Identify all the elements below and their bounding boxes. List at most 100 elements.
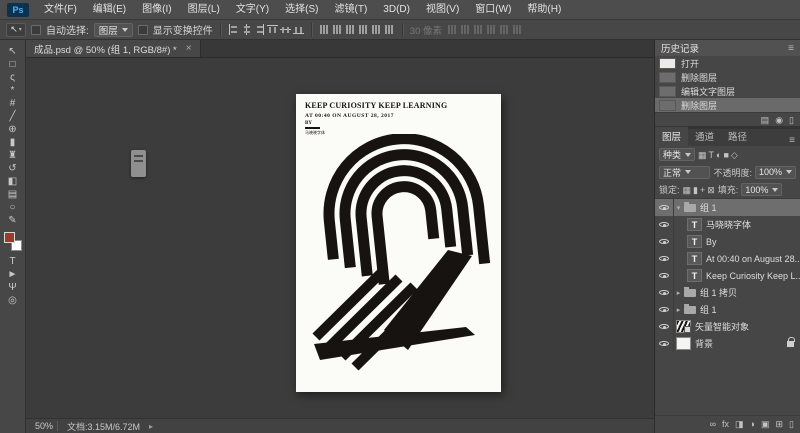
distribute-bottom-icon[interactable]	[345, 24, 356, 35]
delete-layer-icon[interactable]: ▯	[789, 419, 794, 429]
auto-align-icon[interactable]	[460, 24, 471, 35]
move-tool[interactable]: ↖	[3, 45, 23, 58]
layer-row[interactable]: At 00:40 on August 28...	[655, 250, 800, 267]
distribute-vcenter-icon[interactable]	[332, 24, 343, 35]
menu-item[interactable]: 窗口(W)	[467, 0, 519, 19]
expand-arrow-icon[interactable]	[674, 204, 683, 212]
visibility-toggle[interactable]	[655, 267, 674, 284]
adjustment-layer-icon[interactable]: ◑	[750, 419, 755, 429]
document-tab[interactable]: 成品.psd @ 50% (组 1, RGB/8#) * ×	[26, 40, 201, 57]
menu-item[interactable]: 图层(L)	[180, 0, 228, 19]
lock-pixels-icon[interactable]: ▮	[693, 185, 698, 195]
lock-all-icon[interactable]: ⊠	[707, 185, 715, 195]
lasso-tool[interactable]: ς	[3, 71, 23, 84]
filter-adjustment-layers-icon[interactable]: ◐	[716, 150, 721, 160]
distribute-hcenter-icon[interactable]	[371, 24, 382, 35]
history-brush-tool[interactable]: ↺	[3, 162, 23, 175]
layer-row[interactable]: Keep Curiosity Keep L...	[655, 267, 800, 284]
align-hcenter-icon[interactable]	[241, 24, 252, 35]
panel-menu-icon[interactable]: ≡	[789, 135, 795, 146]
visibility-toggle[interactable]	[655, 199, 674, 216]
filter-pixel-layers-icon[interactable]: ▦	[698, 150, 707, 160]
history-state-row[interactable]: 打开	[655, 56, 800, 70]
layer-effects-icon[interactable]: fx	[722, 419, 729, 429]
add-layer-mask-icon[interactable]: ◨	[735, 419, 744, 429]
new-snapshot-icon[interactable]: ◉	[775, 115, 783, 125]
link-layers-icon[interactable]: ∞	[710, 419, 716, 429]
new-group-icon[interactable]: ▣	[761, 419, 770, 429]
show-transform-checkbox[interactable]	[137, 24, 148, 35]
lock-transparency-icon[interactable]: ▦	[683, 185, 692, 195]
gradient-tool[interactable]: ▤	[3, 188, 23, 201]
menu-item[interactable]: 3D(D)	[375, 0, 418, 19]
visibility-toggle[interactable]	[655, 301, 674, 318]
current-tool-preset-icon[interactable]: ↖	[6, 22, 26, 37]
layer-row[interactable]: 矢量智能对象	[655, 318, 800, 335]
visibility-toggle[interactable]	[655, 318, 674, 335]
menu-item[interactable]: 滤镜(T)	[327, 0, 376, 19]
filter-text-layers-icon[interactable]: T	[709, 150, 715, 160]
menu-item[interactable]: 文件(F)	[36, 0, 85, 19]
filter-shape-layers-icon[interactable]: ■	[723, 150, 728, 160]
close-tab-icon[interactable]: ×	[186, 43, 192, 54]
blur-tool[interactable]: ○	[3, 201, 23, 214]
hand-tool[interactable]: Ψ	[3, 281, 23, 294]
zoom-level-field[interactable]: 50%	[31, 421, 59, 431]
history-state-row[interactable]: 编辑文字图层	[655, 84, 800, 98]
align-top-icon[interactable]	[267, 24, 278, 35]
align-bottom-icon[interactable]	[293, 24, 304, 35]
healing-brush-tool[interactable]: ⊕	[3, 123, 23, 136]
auto-align-icon[interactable]	[512, 24, 523, 35]
brush-tool[interactable]: ▮	[3, 136, 23, 149]
panel-menu-icon[interactable]: ≡	[788, 43, 794, 54]
auto-select-target-dropdown[interactable]: 图层	[93, 22, 133, 37]
magic-wand-tool[interactable]: *	[3, 84, 23, 97]
visibility-toggle[interactable]	[655, 250, 674, 267]
opacity-dropdown[interactable]: 100%	[754, 165, 796, 179]
eraser-tool[interactable]: ◧	[3, 175, 23, 188]
layer-row[interactable]: 组 1	[655, 199, 800, 216]
auto-align-icon[interactable]	[447, 24, 458, 35]
menu-item[interactable]: 选择(S)	[277, 0, 326, 19]
layer-row[interactable]: 组 1 拷贝	[655, 284, 800, 301]
floating-widget[interactable]	[131, 150, 146, 177]
auto-select-checkbox[interactable]	[31, 24, 41, 35]
auto-align-icon[interactable]	[486, 24, 497, 35]
visibility-toggle[interactable]	[655, 335, 674, 352]
clone-stamp-tool[interactable]: ♜	[3, 149, 23, 162]
visibility-toggle[interactable]	[655, 216, 674, 233]
new-document-from-state-icon[interactable]: ▤	[761, 115, 770, 125]
menu-item[interactable]: 视图(V)	[418, 0, 467, 19]
panel-tab[interactable]: 图层	[655, 127, 689, 146]
lock-position-icon[interactable]: +	[700, 185, 705, 195]
layer-row[interactable]: 背景	[655, 335, 800, 352]
visibility-toggle[interactable]	[655, 284, 674, 301]
expand-arrow-icon[interactable]	[674, 306, 683, 314]
menu-item[interactable]: 编辑(E)	[85, 0, 134, 19]
distribute-top-icon[interactable]	[319, 24, 330, 35]
align-right-icon[interactable]	[254, 24, 265, 35]
type-tool[interactable]: T	[3, 255, 23, 268]
photoshop-logo-icon[interactable]: Ps	[7, 2, 29, 17]
auto-align-icon[interactable]	[499, 24, 510, 35]
crop-tool[interactable]: #	[3, 97, 23, 110]
blend-mode-dropdown[interactable]: 正常	[659, 165, 711, 179]
delete-state-icon[interactable]: ▯	[789, 115, 794, 125]
layer-row[interactable]: 马晓晓字体	[655, 216, 800, 233]
fill-dropdown[interactable]: 100%	[741, 183, 783, 196]
new-layer-icon[interactable]: ⊞	[776, 419, 784, 429]
pen-tool[interactable]: ✎	[3, 214, 23, 227]
menu-item[interactable]: 图像(I)	[134, 0, 179, 19]
menu-item[interactable]: 文字(Y)	[228, 0, 277, 19]
layer-row[interactable]: 组 1	[655, 301, 800, 318]
canvas-area[interactable]: KEEP CURIOSITY KEEP LEARNING AT 00:40 ON…	[26, 58, 654, 418]
align-left-icon[interactable]	[228, 24, 239, 35]
status-options-arrow-icon[interactable]: ▸	[149, 422, 153, 431]
distribute-left-icon[interactable]	[358, 24, 369, 35]
auto-align-icon[interactable]	[473, 24, 484, 35]
foreground-color-swatch[interactable]	[3, 232, 15, 243]
visibility-toggle[interactable]	[655, 233, 674, 250]
distribute-right-icon[interactable]	[384, 24, 395, 35]
rectangular-marquee-tool[interactable]: □	[3, 58, 23, 71]
path-selection-tool[interactable]: ►	[3, 268, 23, 281]
